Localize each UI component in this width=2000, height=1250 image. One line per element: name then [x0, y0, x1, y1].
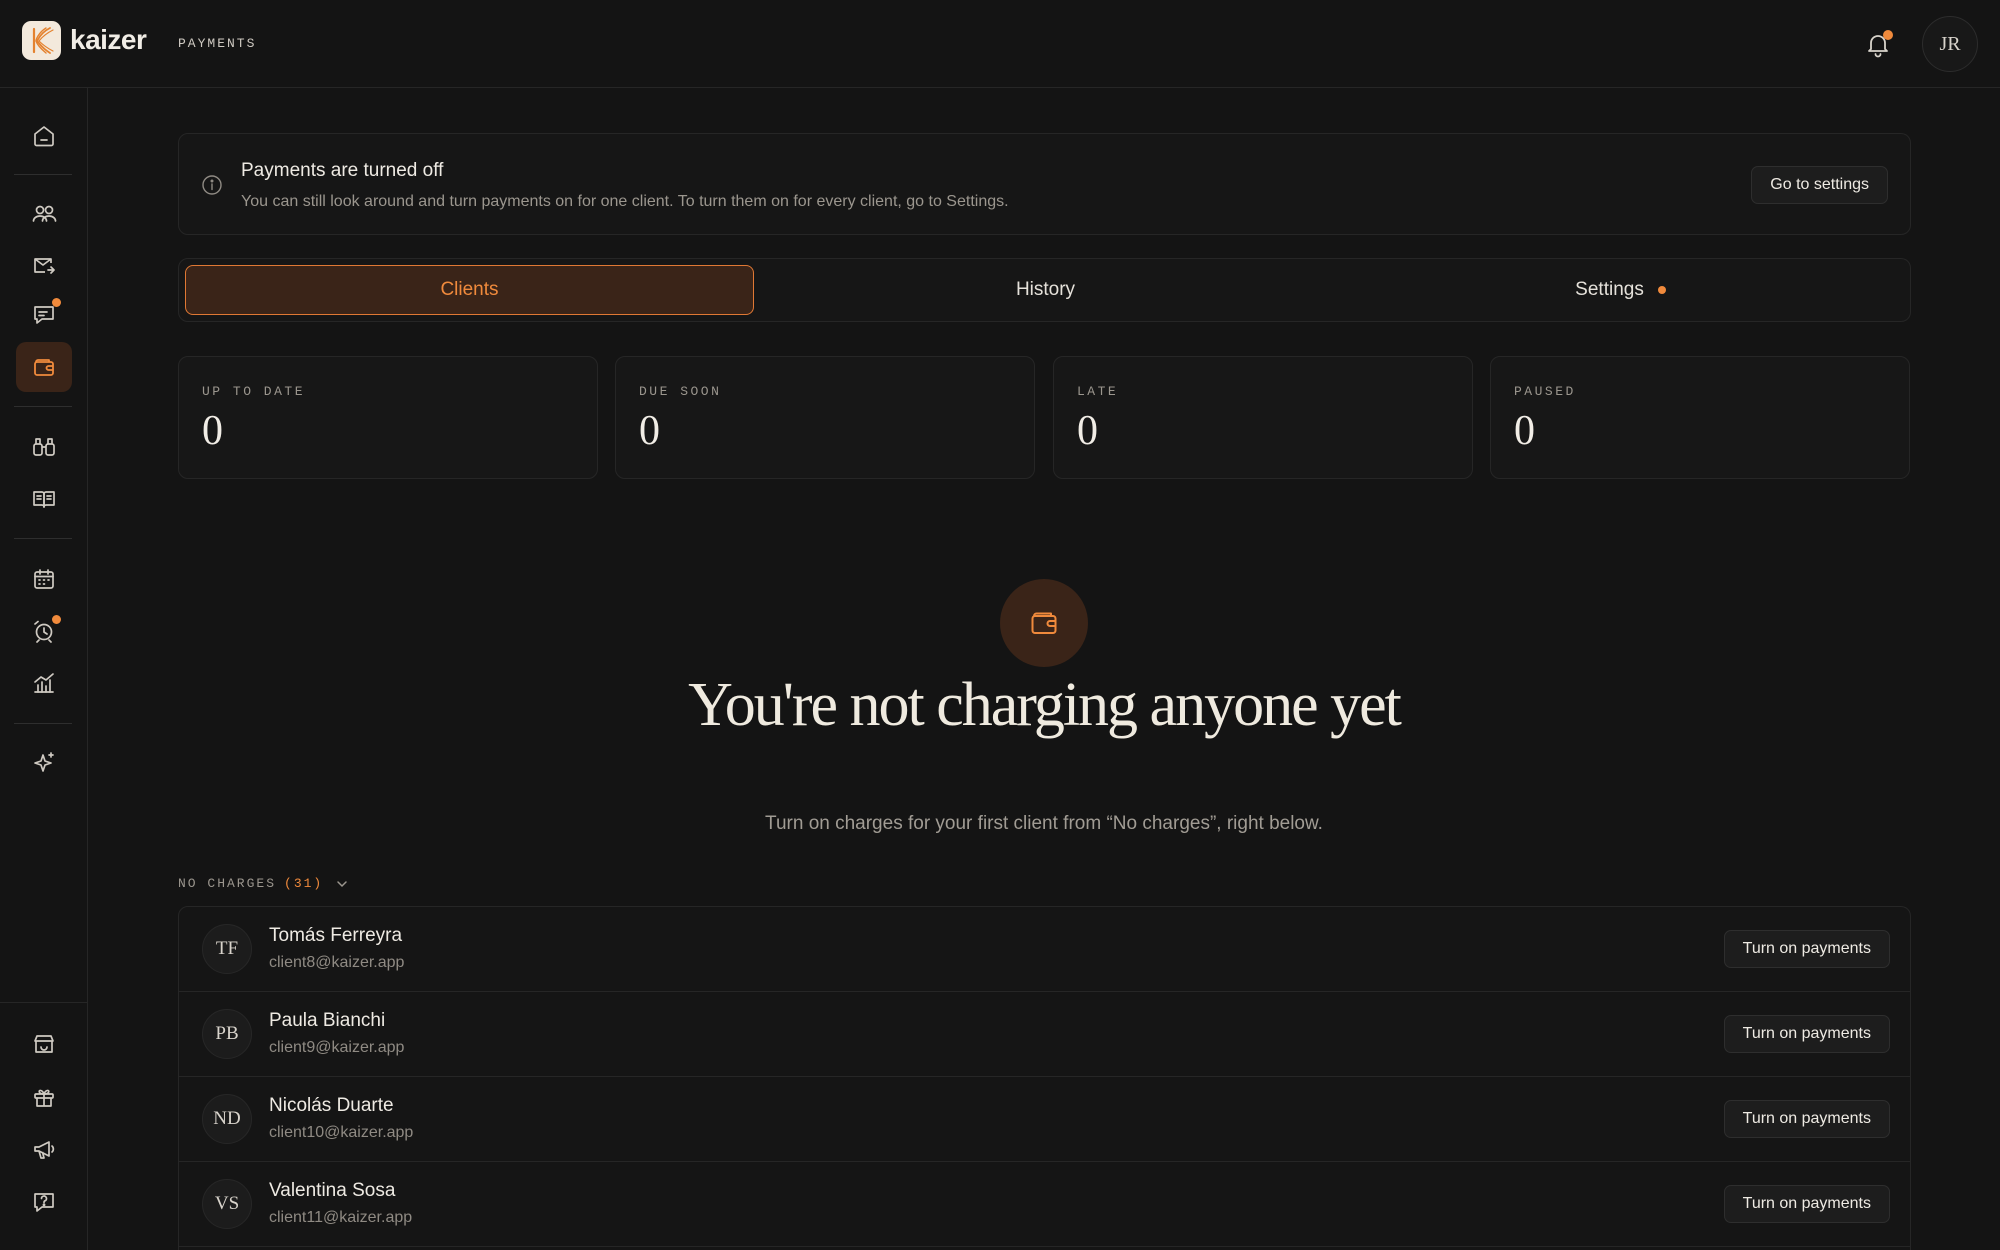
kaizer-logo-icon[interactable] [22, 21, 61, 60]
empty-state-wallet-icon [1000, 579, 1088, 667]
sidebar-item-marketing[interactable] [16, 1124, 72, 1174]
client-name: Tomás Ferreyra [269, 925, 403, 946]
gift-icon [34, 1089, 54, 1107]
turn-on-payments-button[interactable]: Turn on payments [1723, 930, 1890, 968]
store-icon [34, 1035, 54, 1053]
client-email: client9@kaizer.app [269, 1039, 405, 1056]
tab-clients[interactable]: Clients [185, 265, 754, 315]
sidebar-item-reminders[interactable] [16, 606, 72, 656]
wallet-icon [34, 359, 54, 376]
no-charges-header[interactable]: NO CHARGES (31) [178, 876, 349, 891]
top-bar: kaizer PAYMENTS JR [0, 0, 2000, 88]
sidebar-item-help[interactable] [16, 1177, 72, 1227]
stat-card-late: LATE 0 [1053, 356, 1473, 479]
list-header-label: NO CHARGES [178, 876, 277, 891]
stat-label: PAUSED [1514, 384, 1576, 399]
sidebar-item-gifts[interactable] [16, 1072, 72, 1122]
client-avatar: ND [202, 1094, 252, 1144]
list-item: TF Tomás Ferreyra client8@kaizer.app Tur… [179, 907, 1910, 992]
sidebar-item-explore[interactable] [16, 422, 72, 472]
tab-label: Clients [440, 279, 499, 300]
info-icon [202, 175, 222, 195]
client-email: client10@kaizer.app [269, 1124, 414, 1141]
sidebar-item-ai[interactable] [16, 738, 72, 788]
app-name[interactable]: kaizer [70, 24, 147, 56]
client-list: TF Tomás Ferreyra client8@kaizer.app Tur… [178, 906, 1911, 1250]
sidebar [0, 88, 88, 1250]
sidebar-item-clients[interactable] [16, 189, 72, 239]
sidebar-item-calendar[interactable] [16, 554, 72, 604]
sidebar-item-store[interactable] [16, 1019, 72, 1069]
stat-value: 0 [1514, 408, 1535, 454]
payments-off-banner: Payments are turned off You can still lo… [178, 133, 1911, 235]
tab-settings[interactable]: Settings [1336, 265, 1905, 315]
list-item: VS Valentina Sosa client11@kaizer.app Tu… [179, 1162, 1910, 1247]
client-email: client8@kaizer.app [269, 954, 405, 971]
stat-label: LATE [1077, 384, 1119, 399]
turn-on-payments-button[interactable]: Turn on payments [1723, 1185, 1890, 1223]
page-title: PAYMENTS [178, 36, 257, 51]
list-item: PB Paula Bianchi client9@kaizer.app Turn… [179, 992, 1910, 1077]
sparkle-icon [34, 752, 54, 772]
stat-value: 0 [1077, 408, 1098, 454]
client-email: client11@kaizer.app [269, 1209, 413, 1226]
sidebar-item-library[interactable] [16, 474, 72, 524]
stat-value: 0 [639, 408, 660, 454]
reminders-badge [52, 615, 61, 624]
home-icon [34, 126, 54, 147]
book-open-icon [33, 491, 55, 508]
banner-text: You can still look around and turn payme… [241, 193, 1009, 210]
tab-history[interactable]: History [761, 265, 1330, 315]
list-item: ND Nicolás Duarte client10@kaizer.app Tu… [179, 1077, 1910, 1162]
client-avatar: VS [202, 1179, 252, 1229]
stat-card-up-to-date: UP TO DATE 0 [178, 356, 598, 479]
binoculars-icon [33, 438, 55, 456]
messages-badge [52, 298, 61, 307]
help-icon [34, 1193, 54, 1212]
turn-on-payments-button[interactable]: Turn on payments [1723, 1015, 1890, 1053]
sidebar-divider [0, 1002, 88, 1003]
empty-state-subtitle: Turn on charges for your first client fr… [765, 813, 1323, 834]
client-avatar: PB [202, 1009, 252, 1059]
list-count: (31) [284, 876, 324, 891]
stat-label: DUE SOON [639, 384, 722, 399]
mail-send-icon [34, 258, 55, 274]
sidebar-item-analytics[interactable] [16, 658, 72, 708]
banner-title: Payments are turned off [241, 160, 444, 181]
sidebar-divider [14, 538, 72, 539]
settings-attention-dot [1657, 286, 1666, 294]
payments-tabs: Clients History Settings [178, 258, 1911, 322]
stat-label: UP TO DATE [202, 384, 306, 399]
turn-on-payments-button[interactable]: Turn on payments [1723, 1100, 1890, 1138]
empty-state-title: You're not charging anyone yet [688, 671, 1402, 739]
sidebar-divider [14, 406, 72, 407]
stat-card-due-soon: DUE SOON 0 [615, 356, 1035, 479]
sidebar-item-home[interactable] [16, 111, 72, 161]
client-name: Valentina Sosa [269, 1180, 396, 1201]
client-avatar: TF [202, 924, 252, 974]
sidebar-item-mail[interactable] [16, 240, 72, 290]
megaphone-icon [34, 1141, 55, 1159]
chevron-down-icon [337, 880, 347, 887]
sidebar-item-messages[interactable] [16, 290, 72, 340]
tab-label: History [1015, 279, 1076, 300]
client-name: Nicolás Duarte [269, 1095, 394, 1116]
sidebar-item-payments[interactable] [16, 342, 72, 392]
analytics-chart-icon [34, 673, 54, 693]
stat-card-paused: PAUSED 0 [1490, 356, 1910, 479]
sidebar-divider [14, 174, 72, 175]
client-name: Paula Bianchi [269, 1010, 386, 1031]
notification-badge [1883, 30, 1893, 40]
stat-value: 0 [202, 408, 223, 454]
user-avatar[interactable]: JR [1922, 16, 1978, 72]
calendar-icon [34, 569, 54, 589]
go-to-settings-button[interactable]: Go to settings [1751, 166, 1888, 204]
tab-label: Settings [1575, 279, 1644, 300]
users-icon [32, 205, 57, 222]
sidebar-divider [14, 723, 72, 724]
